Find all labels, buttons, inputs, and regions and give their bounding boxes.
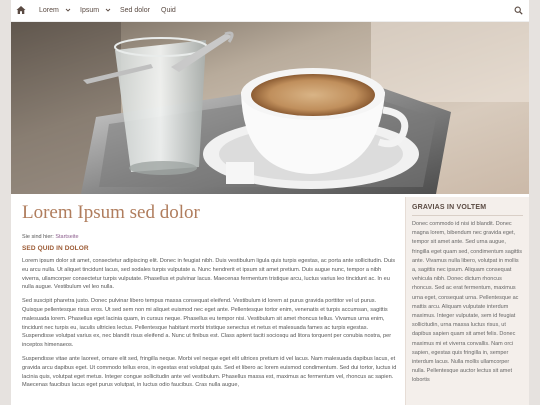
paragraph: Sed suscipit pharetra justo. Donec pulvi…	[22, 298, 392, 349]
nav-item-lorem[interactable]: Lorem	[39, 0, 71, 22]
paragraph: Suspendisse vitae ante laoreet, ornare e…	[22, 355, 397, 389]
sidebar: GRAVIAS IN VOLTEM Donec commodo id nisi …	[405, 197, 529, 405]
section-heading: SED QUID IN DOLOR	[22, 245, 89, 252]
nav-item-label: Ipsum	[80, 7, 100, 14]
sidebar-title: GRAVIAS IN VOLTEM	[412, 204, 487, 211]
sidebar-divider	[412, 215, 523, 216]
nav-item-sed-dolor[interactable]: Sed dolor	[120, 0, 150, 22]
home-icon[interactable]	[16, 5, 26, 15]
nav-item-label: Lorem	[39, 7, 59, 14]
chevron-down-icon	[105, 8, 111, 12]
breadcrumb-prefix: Sie sind hier:	[22, 234, 54, 240]
chevron-down-icon	[65, 8, 71, 12]
nav-item-label: Sed dolor	[120, 7, 150, 14]
page-title: Lorem Ipsum sed dolor	[22, 202, 200, 223]
breadcrumb: Sie sind hier: Startseite	[22, 234, 397, 240]
nav-item-quid[interactable]: Quid	[161, 0, 176, 22]
nav-item-label: Quid	[161, 7, 176, 14]
breadcrumb-link-home[interactable]: Startseite	[55, 234, 78, 240]
main-content: Lorem Ipsum sed dolor Sie sind hier: Sta…	[22, 201, 397, 405]
search-icon[interactable]	[514, 6, 523, 15]
hero-image	[11, 22, 529, 194]
nav-item-ipsum[interactable]: Ipsum	[80, 0, 111, 22]
top-navigation: Lorem Ipsum Sed dolor Quid	[11, 0, 529, 22]
page: Lorem Ipsum Sed dolor Quid Lorem Ipsum s…	[11, 0, 529, 405]
sidebar-text: Donec commodo id nisi id blandit. Donec …	[412, 221, 523, 384]
paragraph: Lorem ipsum dolor sit amet, consectetur …	[22, 258, 396, 291]
